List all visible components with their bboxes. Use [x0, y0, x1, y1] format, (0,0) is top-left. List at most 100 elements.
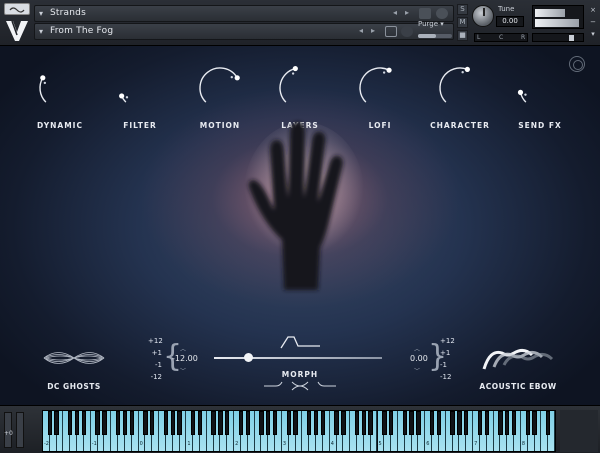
- pan-slider[interactable]: L C R: [474, 33, 528, 42]
- black-key[interactable]: [95, 411, 100, 435]
- tune-value[interactable]: 0.00: [496, 16, 524, 27]
- black-key[interactable]: [266, 411, 271, 435]
- black-key[interactable]: [102, 411, 107, 435]
- black-key[interactable]: [320, 411, 326, 435]
- black-key[interactable]: [511, 411, 517, 435]
- black-key[interactable]: [170, 411, 175, 435]
- black-key[interactable]: [163, 411, 169, 435]
- black-key[interactable]: [361, 411, 367, 435]
- black-key[interactable]: [293, 411, 298, 435]
- black-key[interactable]: [498, 411, 503, 435]
- save-icon[interactable]: [385, 26, 397, 37]
- knob-handle[interactable]: [517, 89, 524, 95]
- preset-next-button[interactable]: ▸: [371, 26, 375, 35]
- black-key[interactable]: [341, 411, 346, 435]
- black-key[interactable]: [54, 411, 59, 435]
- left-plus1-button[interactable]: +1: [148, 347, 162, 359]
- knob-handle[interactable]: [40, 75, 46, 81]
- black-key[interactable]: [368, 411, 373, 435]
- right-pitch-down-icon[interactable]: ﹀: [414, 366, 420, 375]
- black-key[interactable]: [354, 411, 360, 435]
- left-minus12-button[interactable]: -12: [148, 371, 162, 383]
- knob-layers[interactable]: [274, 62, 326, 114]
- knob-motion[interactable]: [194, 62, 246, 114]
- knob-send-fx[interactable]: [514, 62, 566, 114]
- left-pitch-up-icon[interactable]: ︿: [180, 344, 186, 353]
- tune-knob[interactable]: [472, 5, 494, 27]
- mute-button[interactable]: M: [457, 17, 468, 28]
- black-key[interactable]: [464, 411, 469, 435]
- knob-filter[interactable]: [114, 62, 166, 114]
- minimize-button[interactable]: −: [588, 16, 598, 28]
- midi-icon[interactable]: [401, 26, 413, 37]
- morph-mode-icon[interactable]: [262, 380, 338, 392]
- info-icon[interactable]: [436, 8, 448, 19]
- knob-handle[interactable]: [464, 66, 470, 73]
- black-key[interactable]: [74, 411, 80, 435]
- black-key[interactable]: [505, 411, 510, 435]
- left-pitch-down-icon[interactable]: ﹀: [180, 366, 186, 375]
- black-key[interactable]: [436, 411, 442, 435]
- black-key[interactable]: [245, 411, 250, 435]
- black-key[interactable]: [225, 411, 230, 435]
- left-source-name[interactable]: DC GHOSTS: [34, 382, 114, 391]
- knob-handle[interactable]: [386, 67, 392, 73]
- black-key[interactable]: [484, 411, 489, 435]
- black-key[interactable]: [334, 411, 339, 435]
- piano-keyboard[interactable]: -2 -1 0 1 2 3 4 5 6 7 8: [42, 410, 556, 452]
- close-button[interactable]: ×: [588, 4, 598, 16]
- black-key[interactable]: [191, 411, 196, 435]
- instrument-prev-button[interactable]: ◂: [393, 8, 397, 17]
- black-key[interactable]: [477, 411, 483, 435]
- octave-offset[interactable]: +0: [4, 430, 13, 437]
- volume-slider[interactable]: [532, 33, 584, 42]
- swirl-icon[interactable]: [569, 56, 585, 72]
- instrument-name-slot[interactable]: ▾ Strands ◂ ▸: [34, 5, 454, 22]
- black-key[interactable]: [525, 411, 530, 435]
- black-key[interactable]: [150, 411, 155, 435]
- black-key[interactable]: [143, 411, 148, 435]
- black-key[interactable]: [388, 411, 394, 435]
- black-key[interactable]: [81, 411, 87, 435]
- collapse-button[interactable]: ▾: [588, 28, 598, 40]
- black-key[interactable]: [450, 411, 455, 435]
- black-key[interactable]: [545, 411, 551, 435]
- black-key[interactable]: [272, 411, 278, 435]
- knob-handle[interactable]: [292, 65, 298, 72]
- black-key[interactable]: [286, 411, 291, 435]
- knob-handle[interactable]: [119, 93, 125, 99]
- knob-handle[interactable]: [234, 75, 240, 81]
- black-key[interactable]: [259, 411, 264, 435]
- dc-ghosts-icon[interactable]: [42, 345, 106, 371]
- preset-prev-button[interactable]: ◂: [359, 26, 363, 35]
- instrument-menu-arrow-icon[interactable]: ▾: [39, 9, 43, 18]
- black-key[interactable]: [313, 411, 319, 435]
- keyswitch-button[interactable]: ■: [457, 30, 468, 41]
- morph-slider-track[interactable]: [214, 357, 382, 359]
- right-plus1-button[interactable]: +1: [440, 347, 455, 359]
- morph-slider-thumb[interactable]: [243, 353, 253, 362]
- black-key[interactable]: [197, 411, 203, 435]
- black-key[interactable]: [218, 411, 223, 435]
- right-pitch-value[interactable]: 0.00: [410, 354, 428, 363]
- black-key[interactable]: [122, 411, 128, 435]
- black-key[interactable]: [402, 411, 407, 435]
- keyboard-scroll-area[interactable]: [560, 410, 598, 452]
- black-key[interactable]: [457, 411, 462, 435]
- black-key[interactable]: [211, 411, 216, 435]
- black-key[interactable]: [382, 411, 387, 435]
- mod-wheel[interactable]: [16, 412, 24, 448]
- left-minus1-button[interactable]: -1: [148, 359, 162, 371]
- black-key[interactable]: [47, 411, 52, 435]
- solo-button[interactable]: S: [457, 4, 468, 15]
- left-plus12-button[interactable]: +12: [148, 335, 163, 347]
- purge-menu[interactable]: Purge ▾: [418, 20, 444, 28]
- black-key[interactable]: [409, 411, 414, 435]
- black-key[interactable]: [68, 411, 73, 435]
- knob-dynamic[interactable]: [34, 62, 86, 114]
- left-pitch-value[interactable]: -12.00: [172, 354, 198, 363]
- black-key[interactable]: [429, 411, 435, 435]
- black-key[interactable]: [177, 411, 182, 435]
- black-key[interactable]: [416, 411, 421, 435]
- right-minus12-button[interactable]: -12: [440, 371, 455, 383]
